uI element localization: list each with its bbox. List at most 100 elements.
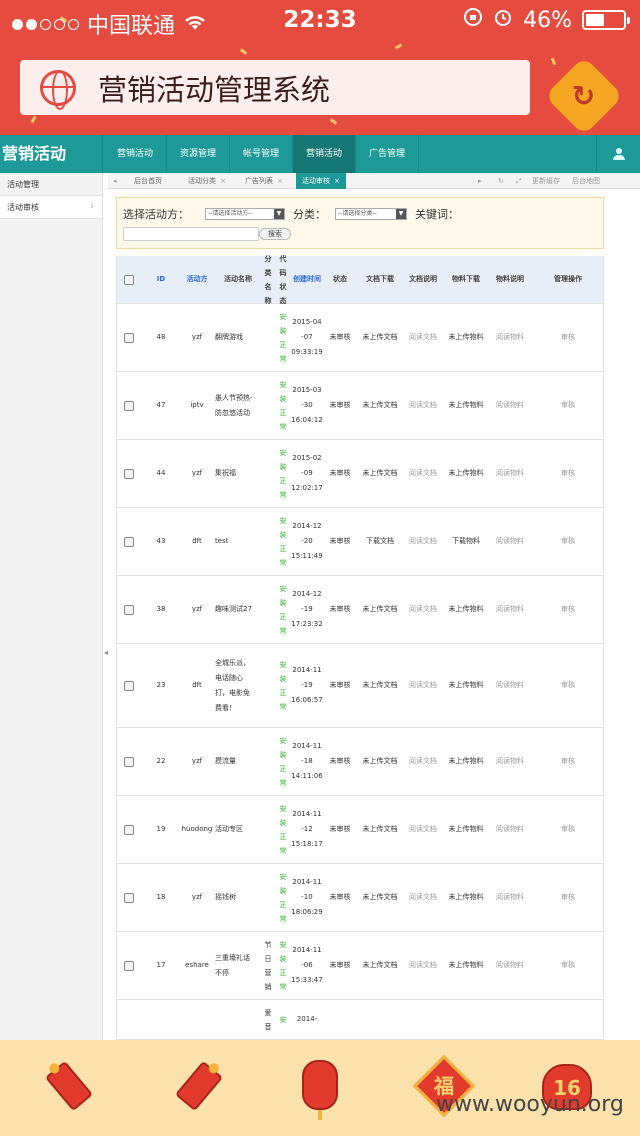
nav-item-ads[interactable]: 广告管理 — [356, 135, 419, 173]
nav-brand[interactable]: 营销活动 — [0, 135, 103, 173]
row-doc-download[interactable]: 未上传文档 — [363, 330, 398, 345]
row-read-doc-link[interactable]: 阅读文档 — [409, 534, 437, 549]
row-read-material-link[interactable]: 阅读物料 — [496, 822, 524, 837]
row-doc-download[interactable]: 未上传文档 — [363, 822, 398, 837]
row-material-download[interactable]: 未上传物料 — [449, 822, 484, 837]
refresh-button[interactable]: ↻ — [544, 56, 624, 135]
search-button[interactable]: 搜索 — [259, 228, 291, 240]
close-icon[interactable]: × — [277, 177, 283, 185]
row-material-download[interactable]: 未上传物料 — [449, 678, 484, 693]
user-menu-button[interactable] — [596, 135, 640, 173]
row-checkbox[interactable] — [124, 400, 134, 411]
row-material-download[interactable]: 未上传物料 — [449, 398, 484, 413]
row-review-link[interactable]: 审核 — [561, 602, 575, 617]
row-doc-download[interactable]: 下载文档 — [366, 534, 394, 549]
close-icon[interactable]: × — [220, 177, 226, 185]
row-read-material-link[interactable]: 阅读物料 — [496, 678, 524, 693]
tab-activity-review[interactable]: 活动审核 × — [296, 173, 346, 189]
row-read-doc-link[interactable]: 阅读文档 — [409, 822, 437, 837]
row-material-download[interactable]: 未上传物料 — [449, 466, 484, 481]
row-status: 未审核 — [329, 605, 351, 613]
header-id[interactable]: ID — [143, 256, 179, 303]
row-review-link[interactable]: 审核 — [561, 534, 575, 549]
tab-scroll-right-icon[interactable]: ▸ — [478, 173, 482, 189]
row-checkbox[interactable] — [124, 468, 134, 479]
row-review-link[interactable]: 审核 — [561, 678, 575, 693]
header-created[interactable]: 创建时间 — [293, 272, 321, 287]
row-review-link[interactable]: 审核 — [561, 330, 575, 345]
row-read-doc-link[interactable]: 阅读文档 — [409, 754, 437, 769]
row-checkbox[interactable] — [124, 892, 134, 903]
close-icon[interactable]: × — [334, 177, 340, 185]
row-read-doc-link[interactable]: 阅读文档 — [409, 890, 437, 905]
category-select[interactable]: --请选择分类-- ▼ — [335, 208, 407, 220]
select-all-checkbox[interactable] — [124, 274, 134, 285]
row-review-link[interactable]: 审核 — [561, 822, 575, 837]
row-doc-download[interactable]: 未上传文档 — [363, 890, 398, 905]
row-doc-download[interactable]: 未上传文档 — [363, 466, 398, 481]
row-review-link[interactable]: 审核 — [561, 958, 575, 973]
row-material-download[interactable]: 未上传物料 — [449, 754, 484, 769]
row-doc-download[interactable]: 未上传文档 — [363, 398, 398, 413]
row-material-download[interactable]: 未上传物料 — [449, 602, 484, 617]
sidebar-item-activity-review[interactable]: 活动审核 › — [0, 196, 102, 219]
row-material-download[interactable]: 未上传物料 — [449, 890, 484, 905]
reload-icon[interactable]: ↻ — [498, 173, 504, 189]
row-material-download[interactable]: 下载物料 — [452, 534, 480, 549]
keyword-input[interactable] — [123, 227, 259, 241]
row-doc-download[interactable]: 未上传文档 — [363, 754, 398, 769]
row-category-cell: 爱音 — [261, 1000, 275, 1039]
row-checkbox[interactable] — [124, 756, 134, 767]
tab-activity-category[interactable]: 活动分类 × — [182, 173, 232, 189]
row-read-material-link[interactable]: 阅读物料 — [496, 466, 524, 481]
row-review-link[interactable]: 审核 — [561, 890, 575, 905]
row-doc-download[interactable]: 未上传文档 — [363, 678, 398, 693]
party-select[interactable]: --请选择活动方-- ▼ — [205, 208, 285, 220]
row-checkbox[interactable] — [124, 332, 134, 343]
sidebar-collapse-handle[interactable]: ◂ — [104, 648, 108, 657]
nav-item-marketing[interactable]: 营销活动 — [104, 135, 167, 173]
row-read-material-link[interactable]: 阅读物料 — [496, 398, 524, 413]
header-party[interactable]: 活动方 — [179, 256, 215, 303]
lantern-button[interactable] — [290, 1058, 350, 1120]
nav-item-accounts[interactable]: 帐号管理 — [230, 135, 293, 173]
row-read-material-link[interactable]: 阅读物料 — [496, 602, 524, 617]
row-review-link[interactable]: 审核 — [561, 466, 575, 481]
row-read-material-link[interactable]: 阅读物料 — [496, 890, 524, 905]
row-read-doc-link[interactable]: 阅读文档 — [409, 466, 437, 481]
row-read-material-link[interactable]: 阅读物料 — [496, 958, 524, 973]
header-mat-download: 物料下载 — [452, 275, 480, 283]
row-checkbox[interactable] — [124, 536, 134, 547]
row-doc-download[interactable]: 未上传文档 — [363, 958, 398, 973]
tab-scroll-left-icon[interactable]: ◂ — [113, 173, 117, 189]
row-read-material-link[interactable]: 阅读物料 — [496, 754, 524, 769]
site-map-link[interactable]: 后台地图 — [572, 173, 600, 189]
row-checkbox[interactable] — [124, 960, 134, 971]
tab-home[interactable]: 后台首页 — [128, 173, 168, 189]
row-read-material-link[interactable]: 阅读物料 — [496, 534, 524, 549]
row-read-doc-link[interactable]: 阅读文档 — [409, 602, 437, 617]
fullscreen-icon[interactable]: ⤢ — [516, 173, 522, 189]
row-material-download[interactable]: 未上传物料 — [449, 330, 484, 345]
row-checkbox[interactable] — [124, 680, 134, 691]
row-read-doc-link[interactable]: 阅读文档 — [409, 330, 437, 345]
row-checkbox[interactable] — [124, 604, 134, 615]
row-review-link[interactable]: 审核 — [561, 754, 575, 769]
sidebar-item-activity-manage[interactable]: 活动管理 — [0, 173, 102, 196]
tab-ad-list[interactable]: 广告列表 × — [239, 173, 289, 189]
row-review-link[interactable]: 审核 — [561, 398, 575, 413]
row-read-material-link[interactable]: 阅读物料 — [496, 330, 524, 345]
nav-item-marketing-active[interactable]: 营销活动 — [293, 135, 356, 173]
row-read-doc-link[interactable]: 阅读文档 — [409, 398, 437, 413]
firecracker-button[interactable] — [40, 1058, 100, 1118]
title-box[interactable]: 营销活动管理系统 — [20, 60, 530, 115]
row-doc-download[interactable]: 未上传文档 — [363, 602, 398, 617]
update-cache-link[interactable]: 更新缓存 — [532, 173, 560, 189]
row-read-doc-link[interactable]: 阅读文档 — [409, 958, 437, 973]
row-material-download[interactable]: 未上传物料 — [449, 958, 484, 973]
firecracker-button-2[interactable] — [168, 1058, 228, 1118]
row-read-doc-link[interactable]: 阅读文档 — [409, 678, 437, 693]
nav-item-resources[interactable]: 资源管理 — [167, 135, 230, 173]
created-cell: 2014- — [291, 1000, 323, 1039]
row-checkbox[interactable] — [124, 824, 134, 835]
